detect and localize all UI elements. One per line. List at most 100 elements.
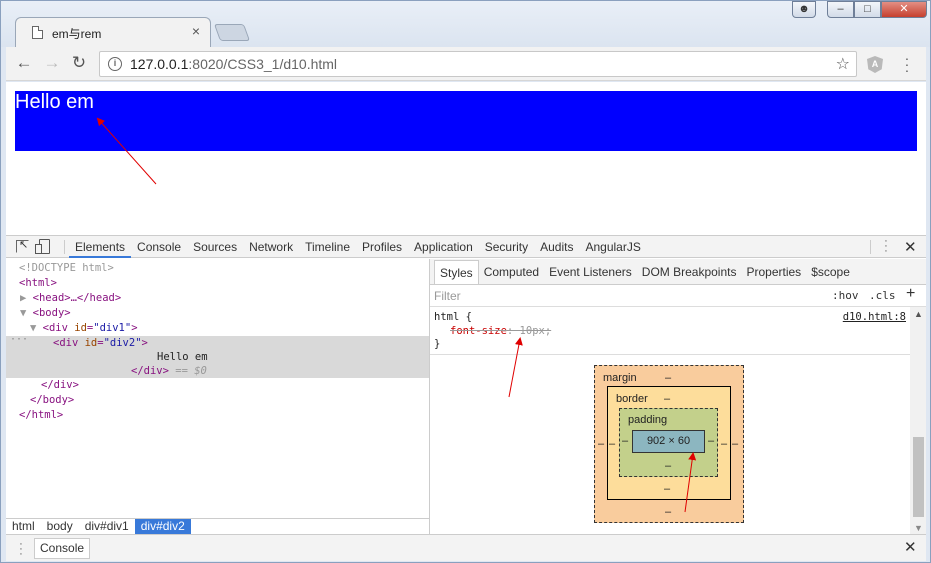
breadcrumb: html body div#div1 div#div2 [6, 518, 429, 534]
cls-toggle[interactable]: .cls [869, 289, 896, 302]
margin-bottom-value: – [665, 506, 672, 518]
drawer-menu-icon[interactable]: · · · [18, 539, 24, 560]
divider [64, 240, 65, 254]
collapse-arrow-icon[interactable]: ▼ [30, 322, 43, 334]
dom-div2-val: "div2" [103, 337, 142, 349]
dom-div1-close[interactable]: </div> [41, 378, 79, 393]
styles-scrollbar[interactable]: ▲ ▼ [910, 307, 926, 534]
scroll-up-icon[interactable]: ▲ [914, 309, 923, 319]
styles-pane: Styles Computed Event Listeners DOM Breakpo… [430, 259, 926, 534]
box-model-padding[interactable]: padding – – – 902 × 60 [619, 408, 718, 477]
devtools-close-icon[interactable]: ✕ [904, 238, 917, 256]
browser-menu-icon[interactable]: · · · [904, 51, 910, 77]
back-arrow-icon[interactable]: ← [14, 53, 34, 73]
dom-body-open-text: <body> [32, 307, 71, 319]
info-icon[interactable]: i [108, 57, 122, 71]
dom-body-close[interactable]: </body> [30, 393, 74, 408]
styles-filter-bar: Filter :hov .cls + [430, 285, 926, 307]
reload-icon[interactable]: ↻ [69, 53, 89, 73]
devtools-tab-angularjs[interactable]: AngularJS [579, 236, 646, 258]
styles-tab-computed[interactable]: Computed [479, 259, 544, 284]
breadcrumb-item[interactable]: div#div2 [134, 519, 191, 534]
rule-property[interactable]: font-size: 10px; [450, 325, 551, 337]
collapse-arrow-icon[interactable]: ▼ [20, 307, 33, 319]
drawer-console-tab[interactable]: Console [34, 538, 91, 559]
device-toolbar-icon[interactable] [35, 239, 50, 254]
dom-html-open[interactable]: <html> [19, 276, 57, 291]
styles-tab--scope[interactable]: $scope [806, 259, 855, 284]
box-model-border[interactable]: border – – – – padding – – – 902 × 60 [607, 386, 731, 500]
devtools-tab-elements[interactable]: Elements [69, 236, 132, 258]
div2-text: Hello em [15, 91, 94, 113]
rule-selector[interactable]: html { [434, 311, 472, 323]
dom-body-open[interactable]: ▼ <body> [20, 306, 71, 321]
devtools-tab-profiles[interactable]: Profiles [356, 236, 408, 258]
add-rule-icon[interactable]: + [906, 285, 915, 303]
scroll-down-icon[interactable]: ▼ [914, 523, 923, 533]
dom-div2-close[interactable]: </div> == $0 [131, 364, 207, 379]
styles-filter-input[interactable]: Filter [434, 289, 461, 303]
margin-left-value: – [598, 438, 605, 450]
new-tab-button[interactable] [213, 24, 251, 41]
devtools-tab-timeline[interactable]: Timeline [299, 236, 356, 258]
tab-close-icon[interactable]: × [192, 23, 200, 39]
breadcrumb-item[interactable]: body [41, 519, 79, 534]
dom-div1-val: "div1" [93, 322, 132, 334]
padding-left-value: – [622, 435, 629, 447]
user-icon[interactable]: ☻ [792, 1, 816, 18]
hov-toggle[interactable]: :hov [832, 289, 859, 302]
box-model-margin[interactable]: margin – – – – border – – – – padding – … [594, 365, 744, 523]
scroll-thumb[interactable] [913, 437, 924, 517]
box-model-content[interactable]: 902 × 60 [632, 430, 705, 453]
tab-title: em与rem [52, 27, 102, 41]
devtools-tab-application[interactable]: Application [408, 236, 479, 258]
angular-extension-icon[interactable]: A [867, 56, 883, 73]
inspect-element-icon[interactable] [16, 238, 29, 253]
url-text[interactable]: 127.0.0.1:8020/CSS3_1/d10.html [130, 56, 337, 72]
padding-bottom-value: – [665, 460, 672, 472]
address-bar[interactable]: i 127.0.0.1:8020/CSS3_1/d10.html ☆ [99, 51, 857, 77]
dom-doctype[interactable]: <!DOCTYPE html> [19, 261, 114, 276]
rule-source-link[interactable]: d10.html:8 [843, 311, 906, 323]
border-bottom-value: – [664, 483, 671, 495]
dom-div2-close-text: </div> [131, 365, 169, 377]
breadcrumb-item[interactable]: html [6, 519, 41, 534]
dom-head[interactable]: ▶ <head>…</head> [20, 291, 121, 306]
minimize-button[interactable]: – [827, 1, 854, 18]
styles-tab-properties[interactable]: Properties [741, 259, 806, 284]
devtools-tab-sources[interactable]: Sources [187, 236, 243, 258]
margin-top-value: – [665, 372, 672, 384]
dom-div1-open[interactable]: ▼ <div id="div1"> [30, 321, 138, 336]
devtools-tab-security[interactable]: Security [479, 236, 534, 258]
breadcrumb-item[interactable]: div#div1 [79, 519, 135, 534]
expand-arrow-icon[interactable]: ▶ [20, 292, 33, 304]
styles-tab-event-listeners[interactable]: Event Listeners [544, 259, 637, 284]
dom-div2-open[interactable]: <div id="div2"> [53, 336, 148, 351]
devtools-tab-console[interactable]: Console [131, 236, 187, 258]
browser-tab[interactable]: em与rem × [15, 17, 211, 47]
styles-tab-styles[interactable]: Styles [434, 260, 479, 284]
styles-tab-dom-breakpoints[interactable]: DOM Breakpoints [637, 259, 742, 284]
dom-div2-text[interactable]: Hello em [157, 350, 208, 365]
devtools-panel: ElementsConsoleSourcesNetworkTimelinePro… [6, 235, 926, 561]
margin-label: margin [603, 372, 637, 384]
devtools-menu-icon[interactable]: · · · [883, 236, 889, 257]
div1-box: Hello em [15, 91, 917, 151]
forward-arrow-icon[interactable]: → [42, 53, 62, 73]
bookmark-star-icon[interactable]: ☆ [836, 54, 850, 74]
page-icon [32, 26, 43, 39]
node-actions-icon[interactable]: ··· [10, 334, 28, 345]
devtools-tabs: Elements Console Sources Network Timeline Pro… [69, 236, 647, 258]
devtools-tab-network[interactable]: Network [243, 236, 299, 258]
devtools-tabbar: ElementsConsoleSourcesNetworkTimelinePro… [6, 236, 926, 258]
dom-head-text: <head>…</head> [32, 292, 122, 304]
rule-close-brace: } [434, 338, 441, 350]
window-close-button[interactable]: ✕ [881, 1, 927, 18]
drawer-close-icon[interactable]: ✕ [904, 538, 917, 556]
styles-tabs: Styles Computed Event Listeners DOM Breakpo… [430, 259, 926, 285]
url-path: :8020/CSS3_1/d10.html [188, 56, 338, 72]
devtools-tab-audits[interactable]: Audits [534, 236, 579, 258]
dom-html-close[interactable]: </html> [19, 408, 63, 423]
maximize-button[interactable]: □ [854, 1, 881, 18]
margin-right-value: – [732, 438, 739, 450]
